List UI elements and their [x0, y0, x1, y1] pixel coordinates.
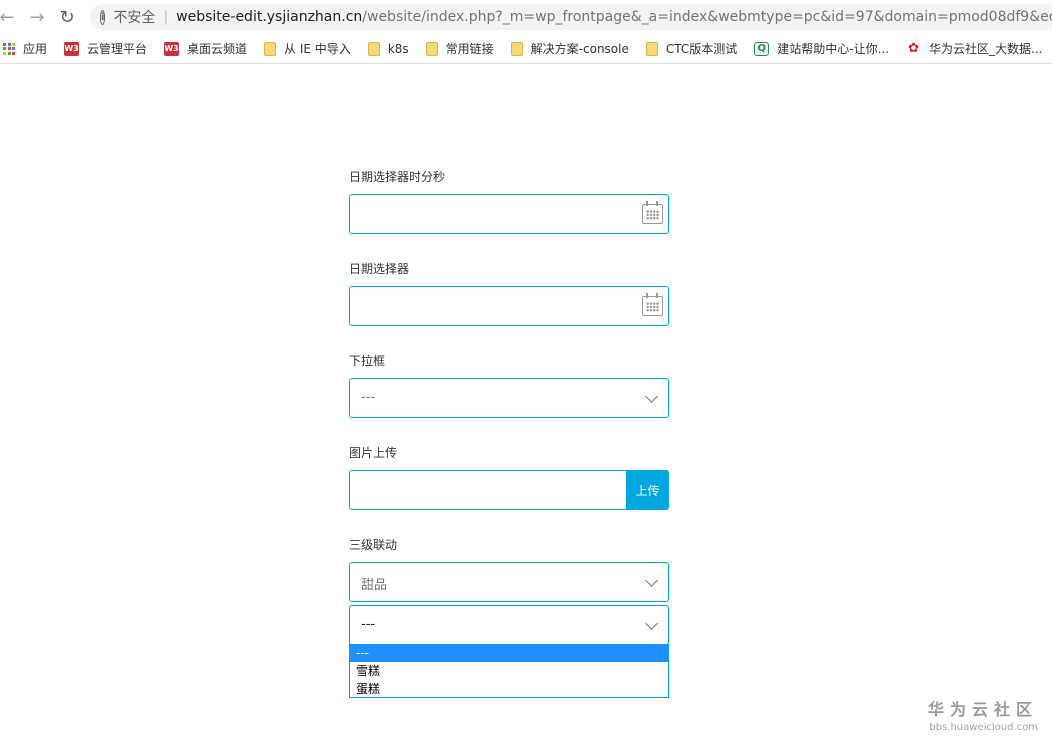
- bookmark-label: 从 IE 中导入: [284, 42, 351, 56]
- bookmark-label: 桌面云频道: [187, 42, 248, 56]
- bookmark-label: 建站帮助中心-让你...: [777, 42, 890, 56]
- chevron-down-icon: [645, 617, 658, 630]
- bookmark-label: 应用: [23, 42, 48, 56]
- bookmark-label: 解决方案-console: [530, 42, 629, 56]
- folder-icon: [645, 41, 658, 56]
- date-picker-label: 日期选择器: [349, 262, 410, 276]
- w3-icon: W3: [64, 41, 80, 56]
- reload-icon[interactable]: ↻: [52, 2, 82, 32]
- info-icon[interactable]: i: [100, 9, 106, 25]
- chevron-down-icon: [645, 574, 658, 587]
- bookmark-help-center[interactable]: Q 建站帮助中心-让你...: [754, 40, 889, 57]
- folder-icon: [264, 41, 277, 56]
- calendar-icon[interactable]: [642, 293, 663, 316]
- select-value: ---: [361, 390, 376, 405]
- image-upload-label: 图片上传: [349, 446, 398, 460]
- bookmark-huawei-community[interactable]: ✿ 华为云社区_大数据...: [906, 40, 1042, 57]
- folder-icon: [425, 41, 438, 56]
- bookmark-ie-import[interactable]: 从 IE 中导入: [264, 40, 351, 57]
- folder-icon: [510, 41, 523, 56]
- bookmark-apps[interactable]: 应用: [3, 40, 47, 57]
- chevron-down-icon: [645, 390, 658, 403]
- back-arrow-icon[interactable]: ←: [0, 2, 22, 32]
- apps-grid-icon: [3, 42, 15, 55]
- select-dropdown[interactable]: ---: [349, 378, 669, 418]
- insecure-label: 不安全: [113, 10, 156, 26]
- url-host: website-edit.ysjianzhan.cn: [176, 9, 363, 25]
- bookmark-desktop-cloud[interactable]: W3 桌面云频道: [164, 40, 247, 57]
- dropdown-option[interactable]: ---: [350, 644, 668, 662]
- search-icon: Q: [754, 41, 770, 56]
- browser-toolbar: ← → ↻ i 不安全 | website-edit.ysjianzhan.cn…: [0, 0, 1052, 34]
- forward-arrow-icon[interactable]: →: [22, 2, 52, 32]
- select-label: 下拉框: [349, 354, 386, 368]
- bookmark-ctc-test[interactable]: CTC版本测试: [645, 40, 738, 57]
- bookmark-label: CTC版本测试: [665, 42, 738, 56]
- url-separator: |: [163, 9, 169, 25]
- bookmark-label: 华为云社区_大数据...: [929, 42, 1043, 56]
- bookmark-label: 常用链接: [445, 42, 494, 56]
- calendar-icon[interactable]: [642, 201, 663, 224]
- watermark: 华为云社区 bbs.huaweicloud.com: [928, 696, 1038, 733]
- url-path: /website/index.php?_m=wp_frontpage&_a=in…: [362, 9, 1052, 25]
- folder-icon: [367, 41, 380, 56]
- bookmark-solution-console[interactable]: 解决方案-console: [510, 40, 629, 57]
- bookmark-common-links[interactable]: 常用链接: [425, 40, 494, 57]
- dropdown-option[interactable]: 雪糕: [350, 662, 668, 680]
- datetime-picker-label: 日期选择器时分秒: [349, 170, 446, 184]
- bookmark-label: k8s: [387, 41, 409, 56]
- watermark-title: 华为云社区: [927, 700, 1038, 719]
- upload-button[interactable]: 上传: [626, 470, 669, 510]
- dropdown-option[interactable]: 蛋糕: [350, 680, 668, 698]
- cascade-level1-value: 甜品: [361, 578, 388, 593]
- w3-icon: W3: [164, 41, 180, 56]
- bookmarks-bar: 应用 W3 云管理平台 W3 桌面云频道 从 IE 中导入 k8s 常用链接 解…: [0, 34, 1052, 64]
- date-picker-input[interactable]: [349, 286, 669, 326]
- bookmark-label: 云管理平台: [87, 42, 148, 56]
- image-upload-input[interactable]: 上传: [349, 470, 669, 510]
- cascade-label: 三级联动: [349, 538, 398, 552]
- cascade-level1-select[interactable]: 甜品: [349, 562, 669, 602]
- datetime-picker-input[interactable]: [349, 194, 669, 234]
- huawei-icon: ✿: [908, 41, 919, 56]
- cascade-options-list: --- 雪糕 蛋糕: [349, 644, 669, 698]
- watermark-url: bbs.huaweicloud.com: [929, 722, 1038, 733]
- bookmark-k8s[interactable]: k8s: [367, 41, 409, 56]
- bookmark-cloud-mgmt[interactable]: W3 云管理平台: [64, 40, 147, 57]
- address-bar[interactable]: i 不安全 | website-edit.ysjianzhan.cn /webs…: [90, 4, 1052, 30]
- cascade-level2-value: ---: [361, 617, 376, 632]
- cascade-level2-select[interactable]: ---: [349, 605, 669, 645]
